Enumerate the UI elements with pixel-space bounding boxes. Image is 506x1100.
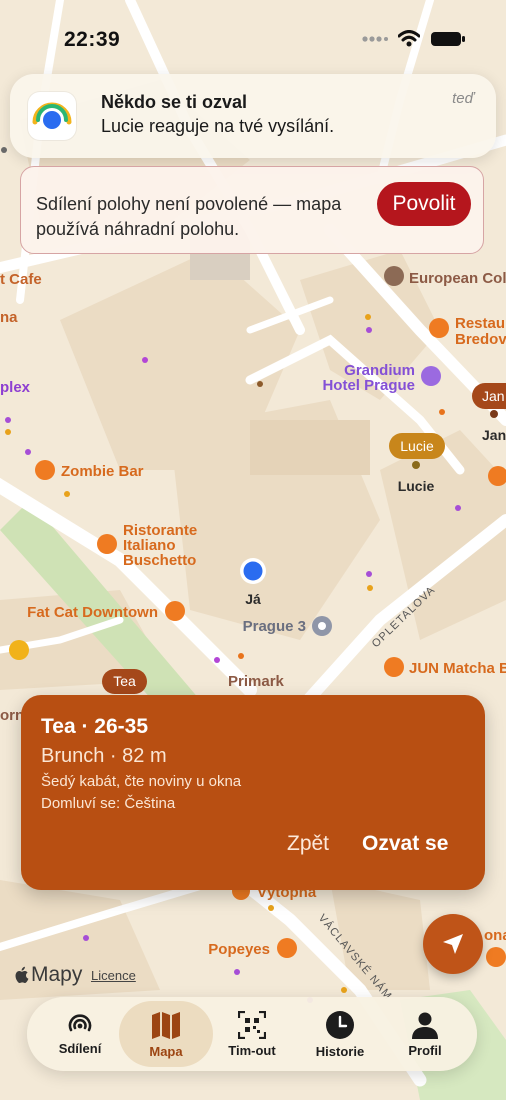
university-icon [384, 266, 404, 286]
poi-zombie-bar[interactable]: Zombie Bar [61, 463, 144, 480]
respond-button[interactable]: Ozvat se [362, 832, 448, 856]
restaurant-icon [97, 534, 117, 554]
tab-sdileni[interactable]: Sdílení [35, 997, 125, 1071]
app-icon [28, 92, 76, 140]
status-icons [362, 30, 466, 47]
shop-icon [486, 947, 506, 967]
lucie-name: Lucie [398, 478, 435, 494]
poi-popeyes[interactable]: Popeyes [208, 941, 270, 958]
allow-location-button[interactable]: Povolit [377, 182, 471, 226]
person-description: Šedý kabát, čte noviny u okna [41, 773, 242, 790]
person-card: Tea · 26-35 Brunch · 82 m Šedý kabát, čt… [21, 695, 485, 890]
poi-cafe[interactable]: t Cafe [0, 271, 42, 288]
broadcast-icon [68, 1013, 92, 1031]
location-arrow-icon [443, 934, 463, 954]
licence-link[interactable]: Licence [91, 968, 136, 983]
jan-name: Jan [482, 427, 506, 443]
poi-primark[interactable]: Primark [228, 673, 285, 690]
poi-restaurant-2[interactable]: Bredov [455, 331, 506, 348]
apple-logo-icon [15, 966, 29, 984]
location-permission-banner: Sdílení polohy není povolené — mapa použ… [20, 166, 484, 254]
tea-bubble-label: Tea [113, 673, 136, 689]
bar-icon [35, 460, 55, 480]
tab-label: Sdílení [58, 1040, 102, 1056]
poi-european[interactable]: European Coll [409, 270, 506, 287]
back-button[interactable]: Zpět [287, 832, 329, 856]
banner-text: Sdílení polohy není povolené — mapa použ… [36, 194, 342, 239]
shop-icon [277, 938, 297, 958]
status-bar: 22:39 [0, 0, 506, 80]
poi-grandium-2[interactable]: Hotel Prague [322, 377, 415, 394]
lucie-bubble-label: Lucie [400, 438, 434, 454]
wifi-icon [398, 30, 420, 47]
person-marker-tea[interactable]: Tea [102, 669, 147, 694]
crown-icon [9, 640, 29, 660]
shop-icon [165, 601, 185, 621]
tab-bar: Sdílení Mapa Tim-out Historie Profil [27, 997, 477, 1071]
person-subtitle: Brunch · 82 m [41, 745, 167, 767]
restaurant-icon [429, 318, 449, 338]
poi-jun-matcha[interactable]: JUN Matcha B [409, 660, 506, 677]
person-icon [412, 1012, 438, 1039]
notification-time: teď [452, 90, 474, 107]
locate-me-button[interactable] [423, 914, 483, 974]
poi-ristorante-3[interactable]: Buschetto [123, 552, 196, 569]
tab-label: Profil [408, 1042, 442, 1058]
battery-icon [431, 31, 465, 46]
poi-prague3[interactable]: Prague 3 [243, 618, 306, 635]
person-title: Tea · 26-35 [41, 715, 148, 738]
tab-mapa[interactable]: Mapa [119, 1001, 213, 1067]
poi-restaurant-1[interactable]: Restau [455, 315, 505, 332]
notification-title: Někdo se ti ozval [101, 92, 248, 112]
push-notification[interactable]: Někdo se ti ozval Lucie reaguje na tvé v… [10, 74, 496, 158]
map-icon [152, 1011, 180, 1039]
tab-historie[interactable]: Historie [295, 997, 385, 1071]
poi-ona[interactable]: ona [484, 927, 506, 944]
my-location-label: Já [245, 591, 261, 607]
poi-fat-cat[interactable]: Fat Cat Downtown [27, 604, 158, 621]
clock-icon [326, 1010, 354, 1039]
status-time: 22:39 [64, 28, 121, 51]
notification-body: Lucie reaguje na tvé vysílání. [101, 116, 335, 136]
hotel-icon [421, 366, 441, 386]
tab-label: Mapa [149, 1043, 183, 1059]
maps-label: Mapy [31, 963, 83, 986]
tab-label: Tim-out [228, 1042, 276, 1058]
tab-label: Historie [315, 1043, 365, 1059]
tab-profil[interactable]: Profil [380, 997, 470, 1071]
maps-attribution: Mapy [14, 963, 82, 987]
person-languages: Domluví se: Čeština [41, 795, 176, 812]
tab-tim-out[interactable]: Tim-out [207, 997, 297, 1071]
jan-bubble-label: Jan [482, 388, 505, 404]
signal-icon [362, 35, 388, 42]
poi-plex[interactable]: plex [0, 379, 31, 396]
qr-code-icon [238, 1010, 266, 1039]
poi-na[interactable]: na [0, 309, 18, 326]
cafe-icon [384, 657, 404, 677]
